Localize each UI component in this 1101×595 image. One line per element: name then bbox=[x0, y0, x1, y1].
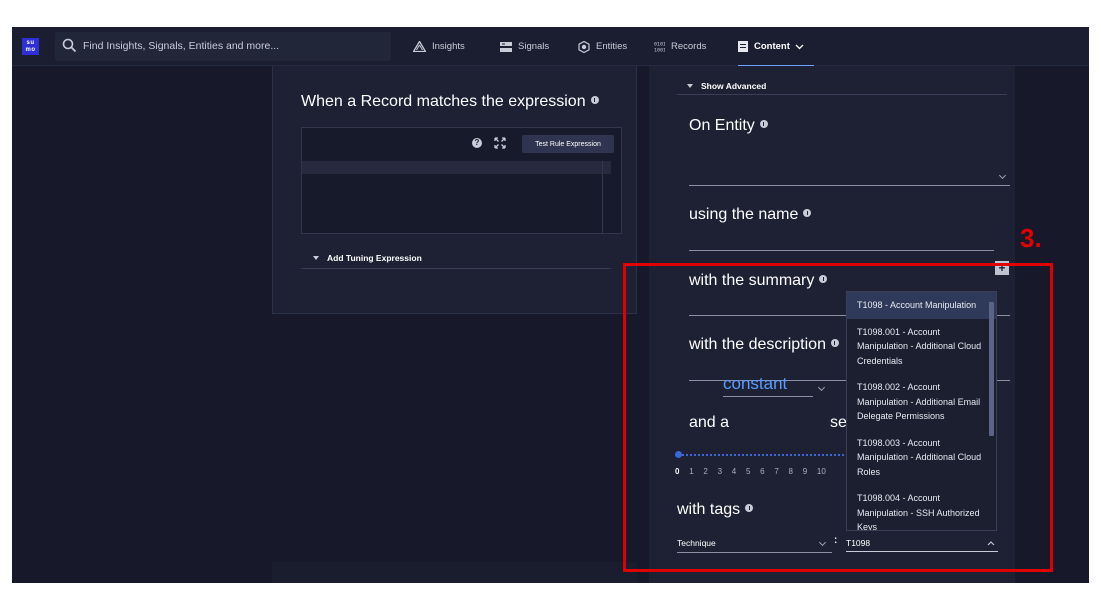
nav-insights[interactable]: Insights bbox=[413, 27, 465, 66]
rule-expression-panel: When a Record matches the expression ? T… bbox=[272, 66, 637, 314]
nav-signals-label: Signals bbox=[518, 41, 550, 52]
top-nav-bar: su mo Insights Signals Entities 01011001… bbox=[12, 27, 1089, 67]
search-input[interactable] bbox=[83, 36, 383, 56]
expression-editor[interactable]: ? Test Rule Expression bbox=[301, 127, 622, 234]
nav-content-label: Content bbox=[754, 41, 790, 52]
nav-records-label: Records bbox=[671, 41, 707, 52]
nav-signals[interactable]: Signals bbox=[500, 27, 549, 66]
annotation-step-label: 3. bbox=[1020, 223, 1042, 253]
content-doc-icon bbox=[738, 41, 748, 52]
caret-down-icon bbox=[313, 256, 319, 260]
triangle-insights-icon bbox=[413, 41, 426, 52]
info-icon[interactable] bbox=[803, 209, 812, 217]
nav-insights-label: Insights bbox=[432, 41, 465, 52]
entities-icon bbox=[578, 40, 590, 53]
test-rule-expression-button[interactable]: Test Rule Expression bbox=[522, 135, 614, 153]
editor-active-line[interactable] bbox=[302, 161, 611, 174]
on-entity-text: On Entity bbox=[689, 117, 755, 134]
divider bbox=[677, 94, 1007, 95]
svg-text:1001: 1001 bbox=[654, 48, 665, 53]
help-icon[interactable]: ? bbox=[472, 138, 482, 148]
on-entity-label: On Entity bbox=[689, 117, 768, 135]
using-name-label: using the name bbox=[689, 206, 812, 224]
entity-select[interactable] bbox=[689, 185, 1010, 186]
add-tuning-expression-toggle[interactable]: Add Tuning Expression bbox=[313, 253, 422, 263]
info-icon[interactable] bbox=[590, 96, 599, 104]
sumo-logo[interactable]: su mo bbox=[22, 38, 39, 55]
name-input[interactable] bbox=[689, 250, 994, 251]
logo-text: su mo bbox=[25, 40, 36, 53]
search-icon bbox=[62, 38, 77, 53]
nav-content[interactable]: Content bbox=[738, 27, 814, 67]
info-icon[interactable] bbox=[759, 120, 768, 128]
nav-records[interactable]: 0101 1001 Records bbox=[654, 27, 706, 66]
add-tuning-label: Add Tuning Expression bbox=[327, 253, 422, 263]
chevron-down-icon[interactable] bbox=[998, 171, 1007, 180]
chevron-down-icon bbox=[795, 44, 804, 49]
global-search[interactable] bbox=[55, 32, 391, 61]
left-panel-footer bbox=[272, 562, 637, 583]
using-name-text: using the name bbox=[689, 206, 799, 223]
annotation-highlight-box bbox=[623, 263, 1053, 572]
binary-records-icon: 01011001 bbox=[654, 42, 665, 53]
show-advanced-toggle[interactable]: Show Advanced bbox=[687, 81, 766, 91]
expression-heading-text: When a Record matches the expression bbox=[301, 93, 586, 110]
expand-icon[interactable] bbox=[494, 137, 506, 149]
nav-entities-label: Entities bbox=[596, 41, 628, 52]
divider bbox=[301, 268, 611, 269]
signals-icon bbox=[500, 41, 512, 52]
expression-heading: When a Record matches the expression bbox=[301, 93, 599, 111]
show-advanced-label: Show Advanced bbox=[701, 81, 767, 91]
caret-down-icon bbox=[687, 84, 693, 88]
nav-entities[interactable]: Entities bbox=[578, 27, 627, 66]
editor-scrollbar[interactable] bbox=[602, 161, 603, 234]
